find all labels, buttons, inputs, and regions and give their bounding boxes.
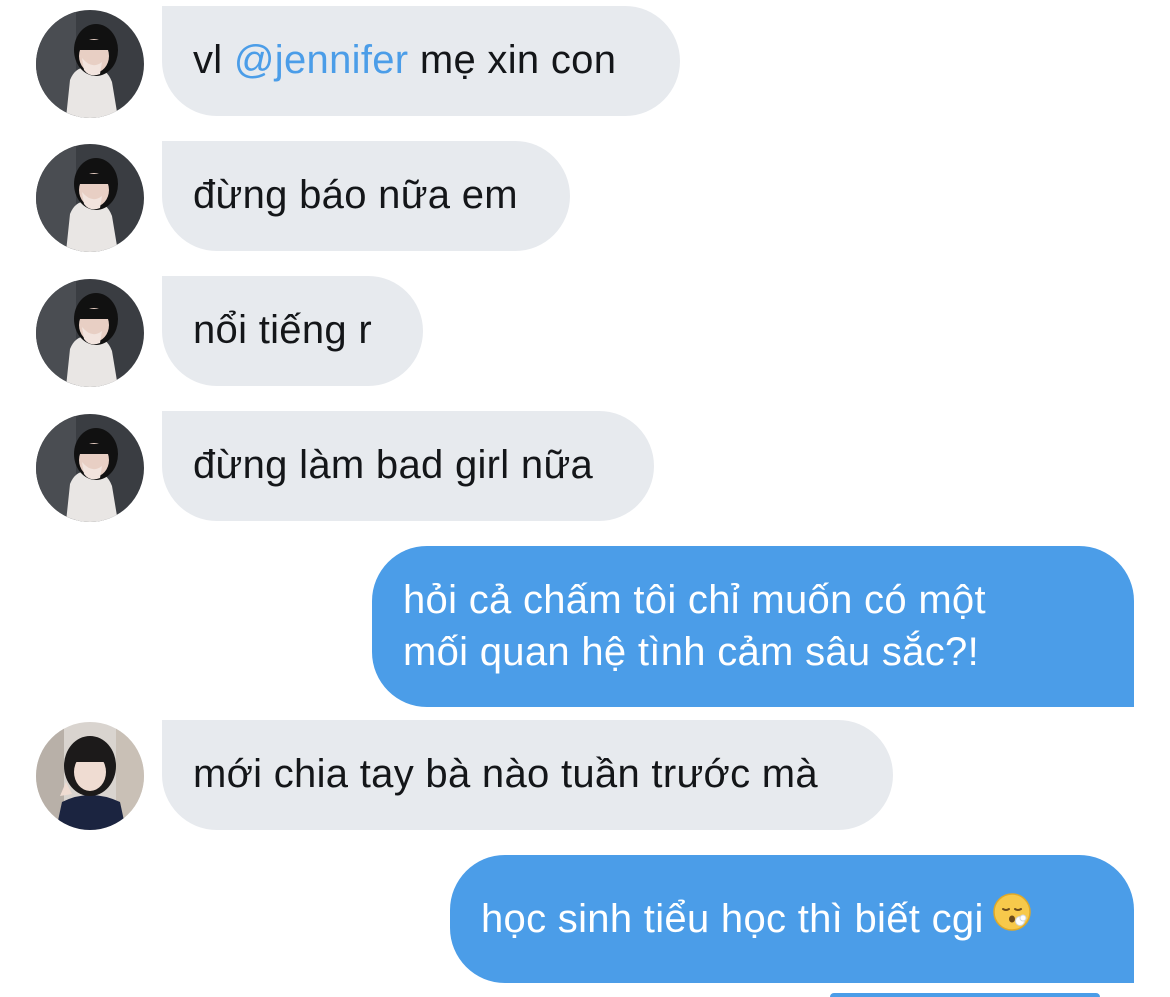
incoming-message[interactable]: đừng báo nữa em <box>162 141 570 251</box>
conversation-thread: vl @jennifer mẹ xin con đừng báo nữa em … <box>0 0 1170 997</box>
message-text-line: mối quan hệ tình cảm sâu sắc?! <box>403 630 979 674</box>
message-text: vl <box>193 38 234 82</box>
sender-avatar[interactable] <box>36 414 144 522</box>
message-text: nổi tiếng r <box>193 308 372 352</box>
message-text-line: hỏi cả chấm tôi chỉ muốn có một <box>403 578 986 622</box>
outgoing-message[interactable]: hỏi cả chấm tôi chỉ muốn có một mối quan… <box>372 546 1134 707</box>
mention-link[interactable]: @jennifer <box>234 38 409 82</box>
incoming-message[interactable]: vl @jennifer mẹ xin con <box>162 6 680 116</box>
next-outgoing-message-edge <box>830 993 1100 997</box>
sender-avatar[interactable] <box>36 722 144 830</box>
face-exhaling-emoji <box>992 892 1032 945</box>
message-text: học sinh tiểu học thì biết cgi <box>481 897 984 941</box>
incoming-message[interactable]: mới chia tay bà nào tuần trước mà <box>162 720 893 830</box>
message-text: đừng báo nữa em <box>193 173 518 217</box>
incoming-message[interactable]: đừng làm bad girl nữa <box>162 411 654 521</box>
message-text: mẹ xin con <box>408 38 617 82</box>
message-text: mới chia tay bà nào tuần trước mà <box>193 752 818 796</box>
incoming-message[interactable]: nổi tiếng r <box>162 276 423 386</box>
sender-avatar[interactable] <box>36 144 144 252</box>
sender-avatar[interactable] <box>36 10 144 118</box>
sender-avatar[interactable] <box>36 279 144 387</box>
message-text: đừng làm bad girl nữa <box>193 443 594 487</box>
outgoing-message[interactable]: học sinh tiểu học thì biết cgi <box>450 855 1134 983</box>
